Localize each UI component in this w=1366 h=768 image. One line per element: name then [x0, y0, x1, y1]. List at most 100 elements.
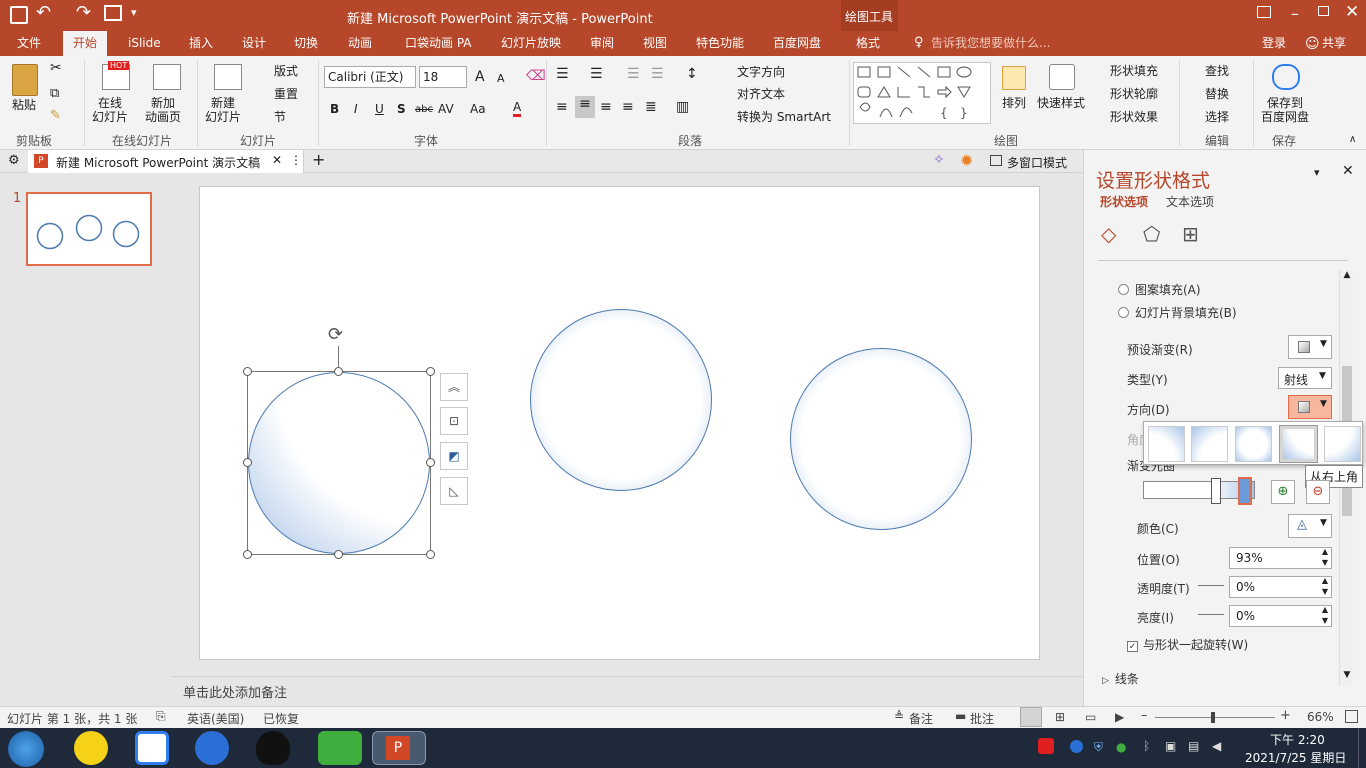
- resize-handle-ml[interactable]: [243, 458, 252, 467]
- tab-slideshow[interactable]: 幻灯片放映: [501, 31, 561, 56]
- tab-file[interactable]: 文件: [17, 31, 41, 56]
- qq-icon[interactable]: [256, 731, 290, 765]
- redo-icon[interactable]: ↷: [76, 2, 91, 23]
- tray-icon-3[interactable]: ▣: [1165, 739, 1176, 753]
- direction-option-bottom-left[interactable]: [1148, 426, 1185, 462]
- slide-info[interactable]: 幻灯片 第 1 张，共 1 张: [7, 710, 137, 727]
- font-size-select[interactable]: 18: [419, 66, 467, 88]
- doc-tab-menu-icon[interactable]: ⋮: [290, 153, 302, 167]
- undo-icon[interactable]: ↶: [36, 2, 51, 23]
- resize-handle-tl[interactable]: [243, 367, 252, 376]
- settings-icon[interactable]: ⚙: [8, 153, 20, 168]
- radio-slide-bg-fill[interactable]: 幻灯片背景填充(B): [1118, 304, 1237, 321]
- tab-design[interactable]: 设计: [242, 31, 266, 56]
- resize-handle-tr[interactable]: [426, 367, 435, 376]
- circle-shape-3[interactable]: [790, 348, 972, 530]
- position-spinner[interactable]: 93% ▲ ▼: [1229, 547, 1332, 569]
- tab-transitions[interactable]: 切换: [294, 31, 318, 56]
- circle-shape-2[interactable]: [530, 309, 712, 491]
- bluetooth-icon[interactable]: ᛒ: [1143, 739, 1150, 753]
- scroll-down-icon[interactable]: ▼: [1340, 670, 1354, 684]
- font-color-button[interactable]: A: [513, 100, 522, 117]
- shape-arrange-button[interactable]: ◩: [440, 442, 468, 470]
- transparency-spinner[interactable]: 0% ▲ ▼: [1229, 576, 1332, 598]
- italic-button[interactable]: I: [354, 102, 358, 116]
- transparency-slider[interactable]: [1198, 585, 1224, 586]
- resize-handle-br[interactable]: [426, 550, 435, 559]
- decrease-indent-icon[interactable]: ☰: [627, 66, 640, 82]
- smartart-button[interactable]: 转换为 SmartArt: [737, 110, 831, 124]
- layout-button[interactable]: 版式: [274, 64, 298, 78]
- tray-icon-2[interactable]: ⛨: [1094, 740, 1103, 755]
- select-button[interactable]: 选择: [1205, 110, 1229, 124]
- music-app-icon[interactable]: [74, 731, 108, 765]
- char-spacing-button[interactable]: AV: [438, 102, 454, 116]
- increase-indent-icon[interactable]: ☰: [651, 66, 664, 82]
- close-icon[interactable]: ✕: [1345, 2, 1359, 22]
- resize-handle-bm[interactable]: [334, 550, 343, 559]
- clock-date[interactable]: 2021/7/25 星期日: [1245, 749, 1346, 766]
- powerpoint-taskbar-icon[interactable]: P: [372, 731, 426, 765]
- tray-icon-1[interactable]: [1070, 740, 1083, 753]
- direction-option-bottom-right[interactable]: [1191, 426, 1228, 462]
- tab-features[interactable]: 特色功能: [696, 31, 744, 56]
- slide-thumbnail[interactable]: [26, 192, 152, 266]
- collapse-ribbon-icon[interactable]: ∧: [1349, 134, 1356, 145]
- tab-pocket-animation[interactable]: 口袋动画 PA: [405, 31, 472, 56]
- font-name-select[interactable]: Calibri (正文): [324, 66, 416, 88]
- doc-tab[interactable]: P 新建 Microsoft PowerPoint 演示文稿 ✕ ⋮: [28, 150, 304, 173]
- notes-pane[interactable]: 单击此处添加备注: [172, 676, 1083, 706]
- zoom-in-icon[interactable]: +: [1280, 708, 1291, 723]
- comments-toggle[interactable]: 批注: [970, 710, 994, 727]
- effects-icon[interactable]: ⬠: [1143, 222, 1160, 246]
- direction-dropdown[interactable]: ▼: [1288, 395, 1332, 419]
- text-direction-button[interactable]: 文字方向: [737, 65, 785, 79]
- align-text-button[interactable]: 对齐文本: [737, 87, 785, 101]
- align-center-icon[interactable]: ≡: [575, 96, 595, 118]
- columns-icon[interactable]: ▥: [676, 99, 689, 115]
- brightness-spinner[interactable]: 0% ▲ ▼: [1229, 605, 1332, 627]
- pane-menu-icon[interactable]: ▾: [1314, 166, 1320, 179]
- ribbon-display-icon[interactable]: [1257, 6, 1271, 18]
- direction-option-center[interactable]: [1235, 426, 1272, 462]
- magic-icon[interactable]: ✧: [933, 152, 945, 168]
- baidu-netdisk-icon[interactable]: [135, 731, 169, 765]
- clock-time[interactable]: 下午 2:20: [1270, 731, 1325, 748]
- resize-handle-mr[interactable]: [426, 458, 435, 467]
- scroll-up-icon[interactable]: ▲: [1340, 270, 1354, 284]
- gear-orange-icon[interactable]: ✹: [960, 151, 973, 170]
- numbering-icon[interactable]: ☰: [590, 66, 603, 82]
- language[interactable]: 英语(美国): [187, 710, 244, 727]
- align-shape-button[interactable]: ⊡: [440, 407, 468, 435]
- gradient-stop-selected[interactable]: [1238, 477, 1252, 505]
- restore-icon[interactable]: [1318, 6, 1329, 16]
- resize-handle-tm[interactable]: [334, 367, 343, 376]
- tab-animations[interactable]: 动画: [348, 31, 372, 56]
- new-slide-button[interactable]: 新建 幻灯片: [205, 96, 241, 124]
- bullets-icon[interactable]: ☰: [556, 66, 569, 82]
- tab-format[interactable]: 格式: [856, 31, 880, 56]
- save-icon[interactable]: [10, 6, 28, 24]
- cut-icon[interactable]: ✂: [50, 60, 62, 76]
- start-button-icon[interactable]: [8, 731, 44, 767]
- underline-button[interactable]: U: [375, 102, 384, 116]
- replace-button[interactable]: 替换: [1205, 87, 1229, 101]
- bold-button[interactable]: B: [330, 102, 339, 116]
- clear-format-icon[interactable]: ⌫: [526, 68, 546, 84]
- share-button[interactable]: 共享: [1322, 31, 1346, 56]
- zoom-slider-thumb[interactable]: [1211, 712, 1215, 723]
- distributed-icon[interactable]: ≣: [645, 99, 657, 115]
- add-stop-button[interactable]: ⊕: [1271, 480, 1295, 504]
- rotate-handle-icon[interactable]: ⟳: [328, 324, 343, 345]
- tray-wechat-icon[interactable]: ●: [1116, 740, 1126, 754]
- shrink-font-button[interactable]: A: [497, 72, 505, 86]
- reset-button[interactable]: 重置: [274, 87, 298, 101]
- volume-icon[interactable]: ◀: [1212, 739, 1221, 753]
- change-case-button[interactable]: Aa: [470, 102, 486, 116]
- crop-button[interactable]: ◺: [440, 477, 468, 505]
- shadow-button[interactable]: S: [397, 102, 406, 116]
- arrange-button[interactable]: 排列: [1002, 96, 1026, 110]
- spellcheck-icon[interactable]: ⎘: [156, 709, 166, 724]
- type-dropdown[interactable]: 射线 ▼: [1278, 367, 1332, 389]
- copy-icon[interactable]: ⧉: [50, 86, 59, 101]
